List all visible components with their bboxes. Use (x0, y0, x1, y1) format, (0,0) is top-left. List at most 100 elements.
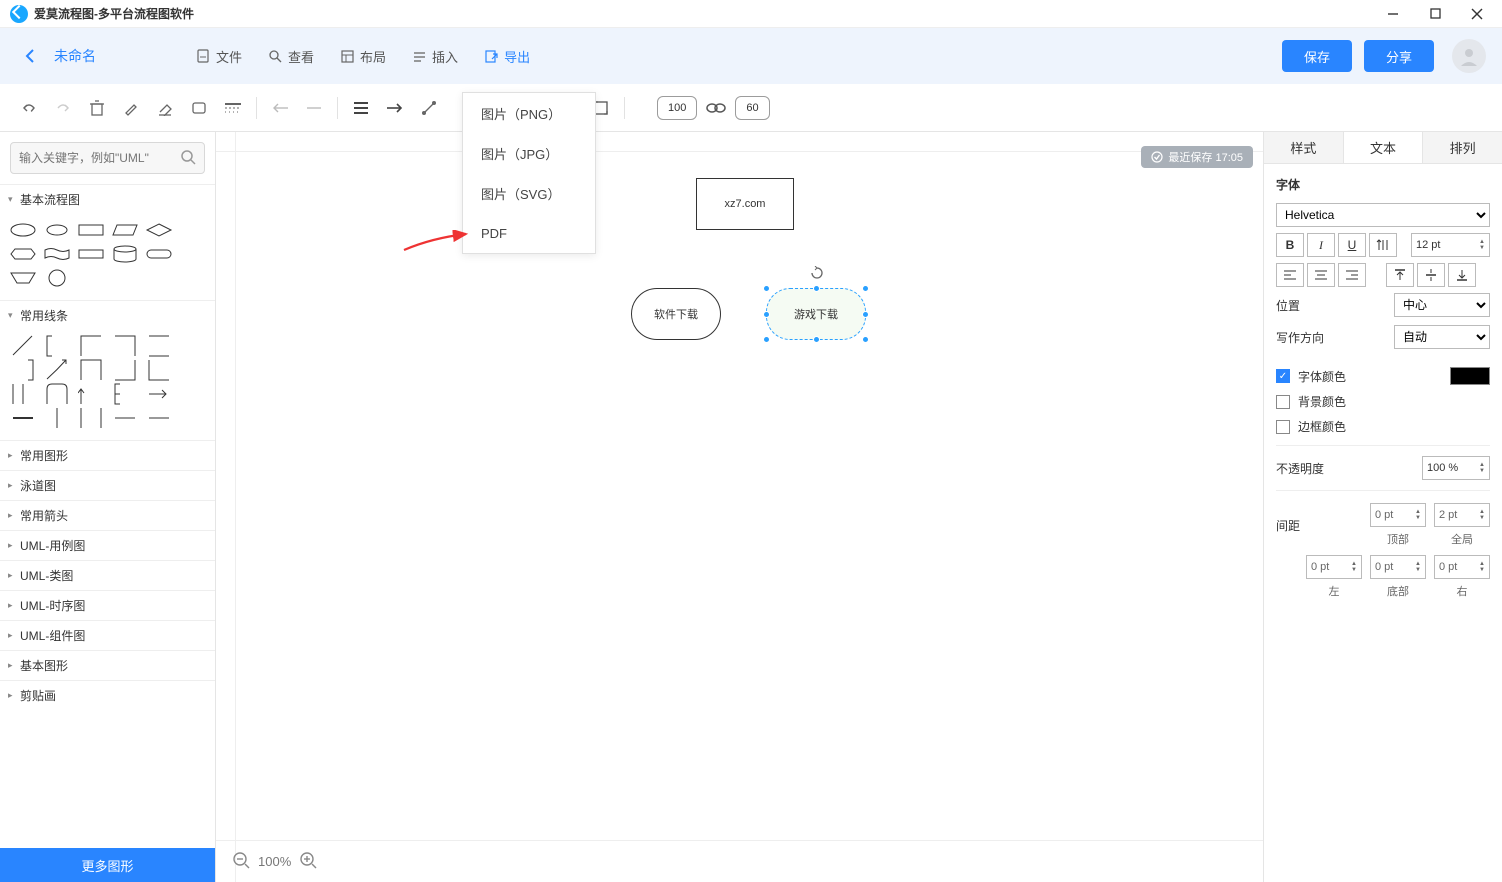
spacing-right-input[interactable]: 0 pt▲▼ (1434, 555, 1490, 579)
close-button[interactable] (1456, 0, 1498, 28)
section-uml-seq[interactable]: ▸UML-时序图 (0, 590, 215, 620)
valign-top-button[interactable] (1386, 263, 1414, 287)
bold-button[interactable]: B (1276, 233, 1304, 257)
node-left[interactable]: 软件下载 (631, 288, 721, 340)
hamburger-button[interactable] (346, 93, 376, 123)
section-lines[interactable]: ▾常用线条 (0, 300, 215, 330)
line-5[interactable] (144, 336, 174, 356)
opacity-input[interactable]: 100 %▲▼ (1422, 456, 1490, 480)
zoom-in-button[interactable] (299, 851, 317, 872)
shape-ellipse[interactable] (8, 220, 38, 240)
font-size-input[interactable]: 12 pt▲▼ (1411, 233, 1490, 257)
shape-rect2[interactable] (76, 244, 106, 264)
menu-export[interactable]: 导出 (484, 47, 530, 66)
line-18[interactable] (76, 408, 106, 428)
spacing-global-input[interactable]: 2 pt▲▼ (1434, 503, 1490, 527)
menu-view[interactable]: 查看 (268, 47, 314, 66)
node-top[interactable]: xz7.com (696, 178, 794, 230)
line-2[interactable] (42, 336, 72, 356)
arrow-right-button[interactable] (380, 93, 410, 123)
share-button[interactable]: 分享 (1364, 40, 1434, 72)
shape-hexagon[interactable] (8, 244, 38, 264)
delete-button[interactable] (82, 93, 112, 123)
rotate-icon[interactable] (810, 266, 824, 280)
shape-diamond[interactable] (144, 220, 174, 240)
border-color-checkbox[interactable] (1276, 420, 1290, 434)
export-svg[interactable]: 图片（SVG） (463, 173, 595, 213)
line-style-button[interactable] (218, 93, 248, 123)
line-16[interactable] (8, 408, 38, 428)
valign-mid-button[interactable] (1417, 263, 1445, 287)
search-input[interactable] (19, 151, 180, 165)
spacing-bottom-input[interactable]: 0 pt▲▼ (1370, 555, 1426, 579)
line-7[interactable] (42, 360, 72, 380)
tab-arrange[interactable]: 排列 (1423, 132, 1502, 163)
position-select[interactable]: 中心 (1394, 293, 1490, 317)
shape-cylinder[interactable] (110, 244, 140, 264)
menu-file[interactable]: 文件 (196, 47, 242, 66)
zoom-value-2[interactable]: 60 (735, 96, 769, 120)
canvas[interactable]: 最近保存 17:05 xz7.com 软件下载 游戏下载 (216, 132, 1264, 882)
bg-color-checkbox[interactable] (1276, 395, 1290, 409)
shape-flag[interactable] (42, 244, 72, 264)
italic-button[interactable]: I (1307, 233, 1335, 257)
spacing-top-input[interactable]: 0 pt▲▼ (1370, 503, 1426, 527)
vertical-text-button[interactable] (1369, 233, 1397, 257)
valign-bottom-button[interactable] (1448, 263, 1476, 287)
section-uml-use[interactable]: ▸UML-用例图 (0, 530, 215, 560)
minimize-button[interactable] (1372, 0, 1414, 28)
direction-select[interactable]: 自动 (1394, 325, 1490, 349)
export-pdf[interactable]: PDF (463, 213, 595, 253)
line-19[interactable] (110, 408, 140, 428)
line-12[interactable] (42, 384, 72, 404)
section-arrows[interactable]: ▸常用箭头 (0, 500, 215, 530)
shape-pill[interactable] (144, 244, 174, 264)
arrow-left-button[interactable] (265, 93, 295, 123)
align-center-button[interactable] (1307, 263, 1335, 287)
pencil-button[interactable] (116, 93, 146, 123)
align-left-button[interactable] (1276, 263, 1304, 287)
spacing-left-input[interactable]: 0 pt▲▼ (1306, 555, 1362, 579)
line-1[interactable] (8, 336, 38, 356)
redo-button[interactable] (48, 93, 78, 123)
shape-button[interactable] (184, 93, 214, 123)
section-uml-class[interactable]: ▸UML-类图 (0, 560, 215, 590)
line-14[interactable] (110, 384, 140, 404)
eraser-button[interactable] (150, 93, 180, 123)
section-uml-comp[interactable]: ▸UML-组件图 (0, 620, 215, 650)
shape-trap[interactable] (8, 268, 38, 288)
shape-parallelogram[interactable] (110, 220, 140, 240)
export-jpg[interactable]: 图片（JPG） (463, 133, 595, 173)
undo-button[interactable] (14, 93, 44, 123)
font-color-swatch[interactable] (1450, 367, 1490, 385)
underline-button[interactable]: U (1338, 233, 1366, 257)
section-basic[interactable]: ▾基本流程图 (0, 184, 215, 214)
line-9[interactable] (110, 360, 140, 380)
doc-name[interactable]: 未命名 (54, 46, 96, 66)
connector-button[interactable] (414, 93, 444, 123)
more-shapes-button[interactable]: 更多图形 (0, 848, 215, 882)
line-4[interactable] (110, 336, 140, 356)
zoom-value-1[interactable]: 100 (657, 96, 697, 120)
align-right-button[interactable] (1338, 263, 1366, 287)
line-11[interactable] (8, 384, 38, 404)
shape-circle[interactable] (42, 268, 72, 288)
search-icon[interactable] (180, 149, 196, 168)
menu-layout[interactable]: 布局 (340, 47, 386, 66)
section-clip[interactable]: ▸剪贴画 (0, 680, 215, 710)
menu-insert[interactable]: 插入 (412, 47, 458, 66)
save-button[interactable]: 保存 (1282, 40, 1352, 72)
node-right-selected[interactable]: 游戏下载 (766, 288, 866, 340)
shape-rect[interactable] (76, 220, 106, 240)
export-png[interactable]: 图片（PNG） (463, 93, 595, 133)
section-basic-shape[interactable]: ▸基本图形 (0, 650, 215, 680)
line-17[interactable] (42, 408, 72, 428)
line-20[interactable] (144, 408, 174, 428)
line-8[interactable] (76, 360, 106, 380)
line-3[interactable] (76, 336, 106, 356)
tab-style[interactable]: 样式 (1264, 132, 1344, 163)
section-swim[interactable]: ▸泳道图 (0, 470, 215, 500)
line-13[interactable] (76, 384, 106, 404)
zoom-out-button[interactable] (232, 851, 250, 872)
tab-text[interactable]: 文本 (1344, 132, 1424, 163)
